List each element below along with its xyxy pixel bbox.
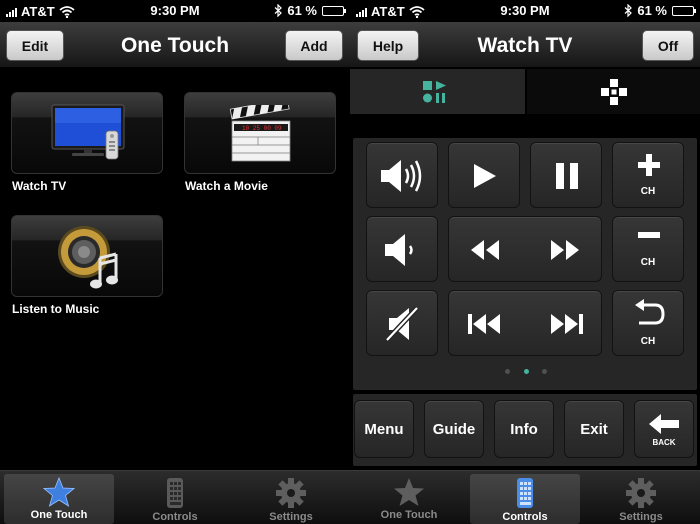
plus-icon — [638, 154, 660, 176]
back-arrow-icon — [649, 413, 679, 434]
previous-channel-button[interactable]: CH — [612, 290, 684, 356]
status-bar: AT&T 9:30 PM 61 % — [350, 0, 700, 22]
skip-button[interactable] — [448, 290, 602, 356]
tile-label-watch-movie: Watch a Movie — [185, 179, 268, 193]
skip-forward-icon — [551, 314, 583, 334]
skip-back-icon — [468, 314, 500, 334]
add-button[interactable]: Add — [285, 30, 343, 61]
pause-button[interactable] — [530, 142, 602, 208]
tile-label-watch-tv: Watch TV — [12, 179, 67, 193]
play-icon — [474, 164, 496, 188]
navigation-bar: Help Watch TV Off — [350, 22, 700, 68]
tab-settings[interactable]: Settings — [236, 474, 346, 524]
gear-icon — [276, 478, 306, 508]
svg-text:10 25 00 09: 10 25 00 09 — [242, 125, 282, 132]
battery-status: 61 % — [624, 3, 696, 18]
play-button[interactable] — [448, 142, 520, 208]
tab-label: Controls — [152, 511, 198, 523]
segment-dpad[interactable] — [527, 69, 700, 114]
minus-icon — [638, 232, 660, 238]
battery-percent: 61 % — [287, 3, 317, 18]
fast-forward-icon — [551, 240, 579, 260]
tab-controls[interactable]: Controls — [470, 474, 580, 524]
gear-icon — [626, 478, 656, 508]
rewind-forward-button[interactable] — [448, 216, 602, 282]
mute-button[interactable] — [366, 290, 438, 356]
remote-icon — [517, 478, 533, 508]
pause-icon — [556, 163, 578, 189]
activity-tile-listen-music[interactable] — [11, 215, 163, 297]
battery-percent: 61 % — [637, 3, 667, 18]
page-dot-2[interactable] — [524, 369, 529, 374]
menu-button[interactable]: Menu — [354, 400, 414, 458]
page-dot-1[interactable] — [505, 369, 510, 374]
tab-label: Controls — [502, 511, 548, 523]
segment-media-controls[interactable] — [350, 69, 525, 114]
bluetooth-icon — [624, 4, 633, 17]
activity-tile-watch-tv[interactable] — [11, 92, 163, 174]
tab-label: One Touch — [380, 509, 438, 521]
battery-status: 61 % — [274, 3, 346, 18]
navigation-bar: Edit One Touch Add — [0, 22, 350, 68]
volume-down-button[interactable] — [366, 216, 438, 282]
tile-label-listen-music: Listen to Music — [12, 302, 100, 316]
tab-controls[interactable]: Controls — [120, 474, 230, 524]
previous-channel-label: CH — [640, 336, 656, 347]
battery-icon — [672, 5, 696, 16]
one-touch-screen: AT&T 9:30 PM 61 % Edit One Touch Add Wat — [0, 0, 350, 524]
mute-icon — [385, 306, 419, 342]
music-icon — [58, 226, 118, 289]
channel-up-button[interactable]: CH — [612, 142, 684, 208]
clapperboard-icon: 10 25 00 09 — [229, 105, 291, 162]
volume-up-icon — [381, 160, 422, 192]
battery-icon — [322, 5, 346, 16]
tab-one-touch[interactable]: One Touch — [354, 474, 464, 524]
tab-label: Settings — [269, 511, 313, 523]
volume-down-icon — [385, 234, 413, 266]
page-dot-3[interactable] — [542, 369, 547, 374]
guide-button[interactable]: Guide — [424, 400, 484, 458]
media-controls-icon — [423, 81, 446, 103]
tab-one-touch[interactable]: One Touch — [4, 474, 114, 524]
dpad-icon — [601, 79, 627, 105]
return-icon — [635, 299, 665, 325]
remote-icon — [167, 478, 183, 508]
status-bar: AT&T 9:30 PM 61 % — [0, 0, 350, 22]
tab-settings[interactable]: Settings — [586, 474, 696, 524]
tab-label: Settings — [619, 511, 663, 523]
back-label: BACK — [652, 437, 676, 447]
bluetooth-icon — [274, 4, 283, 17]
back-button[interactable]: BACK — [634, 400, 694, 458]
star-icon — [394, 478, 424, 506]
tab-bar: One Touch Controls Settings — [350, 470, 700, 524]
channel-up-label: CH — [640, 186, 656, 197]
star-icon — [43, 477, 75, 507]
channel-down-label: CH — [640, 257, 656, 268]
activity-tile-watch-movie[interactable]: 10 25 00 09 — [184, 92, 336, 174]
info-button[interactable]: Info — [494, 400, 554, 458]
channel-down-button[interactable]: CH — [612, 216, 684, 282]
off-button[interactable]: Off — [642, 30, 694, 61]
volume-up-button[interactable] — [366, 142, 438, 208]
tv-icon — [51, 104, 125, 160]
tab-bar: One Touch Controls Settings — [0, 470, 350, 524]
tab-label: One Touch — [30, 509, 88, 521]
exit-button[interactable]: Exit — [564, 400, 624, 458]
rewind-icon — [471, 240, 499, 260]
